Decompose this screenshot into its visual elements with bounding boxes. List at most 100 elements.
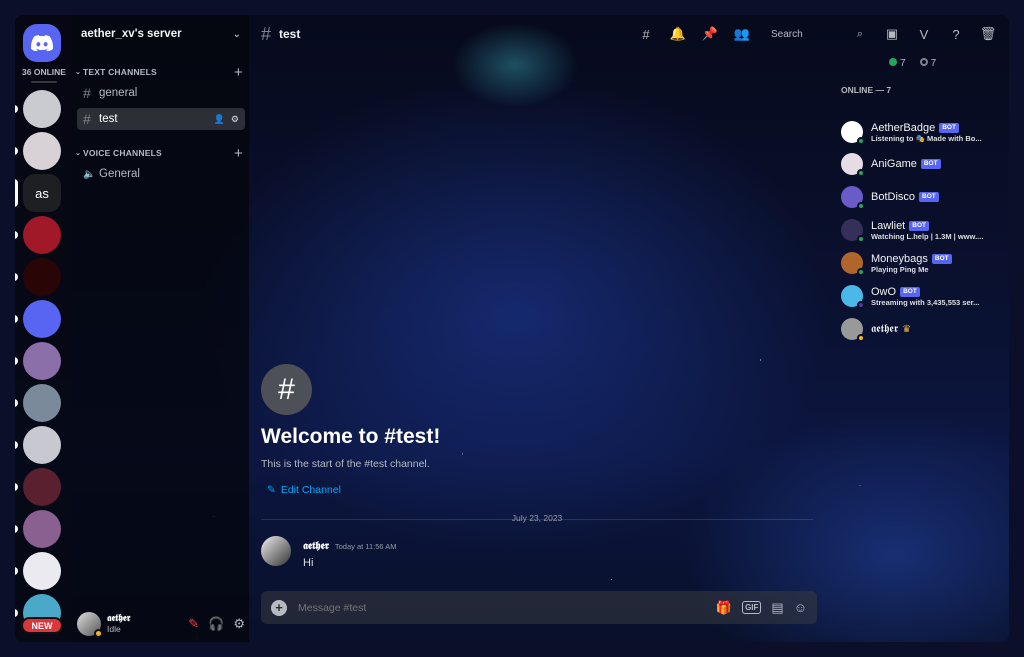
server-icon[interactable]	[23, 90, 61, 128]
search-placeholder: Search	[771, 28, 803, 40]
server-initials: as	[35, 185, 49, 201]
attach-button[interactable]: +	[271, 599, 287, 616]
headphones-icon[interactable]: 🎧	[208, 616, 224, 632]
avatar	[841, 186, 865, 210]
status-icon	[857, 169, 865, 177]
vencord-icon[interactable]: V	[915, 25, 933, 43]
server-icon[interactable]	[23, 216, 61, 254]
bot-badge: BOT	[920, 159, 941, 169]
voice-channel-general[interactable]: 🔈 General	[77, 163, 245, 185]
server-icon[interactable]: as	[23, 174, 61, 212]
unread-indicator	[15, 441, 18, 449]
gear-icon[interactable]: ⚙	[233, 616, 245, 632]
discord-logo-icon	[31, 35, 53, 51]
unread-indicator	[15, 567, 18, 575]
server-icon[interactable]	[23, 258, 61, 296]
welcome-title: Welcome to #test!	[261, 425, 441, 448]
server-icon[interactable]	[23, 342, 61, 380]
help-icon[interactable]: ?	[947, 25, 965, 43]
status-icon	[857, 268, 865, 276]
rail-separator	[31, 81, 57, 83]
member-activity: Streaming with 3,435,553 ser...	[871, 297, 980, 307]
new-badge[interactable]: NEW	[21, 617, 63, 634]
members-icon[interactable]: 👥	[733, 25, 751, 43]
online-dot-icon	[889, 57, 897, 66]
server-name: aether_xv's server	[81, 28, 182, 40]
server-icon[interactable]	[23, 552, 61, 590]
member-item[interactable]: OwO BOT Streaming with 3,435,553 ser...	[841, 281, 1005, 311]
server-header[interactable]: aether_xv's server ⌄	[73, 15, 249, 53]
member-item[interactable]: BotDisco BOT	[841, 182, 1005, 212]
search-icon: ⌕	[856, 27, 863, 40]
member-item[interactable]: AetherBadge BOT Listening to 🎭 Made with B…	[841, 117, 1005, 147]
trash-icon[interactable]: 🗑	[979, 25, 997, 43]
server-rail: 36 ONLINE as NEW	[15, 15, 73, 642]
status-icon	[857, 137, 865, 145]
create-channel-button[interactable]: +	[234, 64, 243, 81]
create-channel-button[interactable]: +	[234, 145, 243, 162]
message-text: Hi	[303, 557, 314, 569]
gift-icon[interactable]: 🎁	[716, 600, 732, 616]
member-activity: Playing Ping Me	[871, 264, 929, 274]
avatar	[841, 121, 865, 145]
channel-title: test	[279, 27, 301, 41]
unread-indicator	[15, 105, 18, 113]
pin-icon[interactable]: 📌	[701, 25, 719, 43]
member-stats: 7 7	[837, 53, 1009, 73]
channel-label: General	[99, 168, 140, 180]
message-input[interactable]	[298, 601, 658, 614]
category-text-channels[interactable]: ⌄ TEXT CHANNELS +	[73, 64, 249, 81]
channel-general[interactable]: # general	[77, 82, 245, 104]
home-button[interactable]	[23, 24, 61, 62]
member-name: AniGame	[871, 158, 917, 170]
invite-icon[interactable]: 👤	[214, 114, 225, 125]
server-icon[interactable]	[23, 384, 61, 422]
bell-icon[interactable]: 🔔	[669, 25, 687, 43]
search-input[interactable]: Search ⌕	[765, 23, 869, 45]
avatar	[841, 252, 865, 276]
server-icon[interactable]	[23, 132, 61, 170]
member-name: Moneybags	[871, 252, 928, 265]
avatar	[841, 285, 865, 309]
member-list: 7 7 ONLINE — 7 AetherBadge BOT Listening t…	[837, 53, 1009, 642]
member-item[interactable]: 𝖆𝖊𝖙𝖍𝖊𝖗 ♛	[841, 314, 1005, 344]
message-author[interactable]: 𝖆𝖊𝖙𝖍𝖊𝖗	[303, 540, 329, 552]
avatar[interactable]	[77, 611, 103, 638]
unread-indicator	[15, 147, 18, 155]
inbox-icon[interactable]: ▣	[883, 25, 901, 43]
server-icon[interactable]	[23, 426, 61, 464]
edit-channel-link[interactable]: ✎ Edit Channel	[261, 484, 821, 496]
date-label: July 23, 2023	[511, 513, 563, 523]
message[interactable]: 𝖆𝖊𝖙𝖍𝖊𝖗 Today at 11:56 AM Hi	[261, 536, 396, 569]
channel-label: test	[99, 113, 118, 125]
server-icon[interactable]	[23, 300, 61, 338]
mute-microphone-icon[interactable]: ✎	[188, 616, 199, 632]
edit-channel-label: Edit Channel	[280, 484, 341, 496]
avatar[interactable]	[261, 536, 291, 566]
category-label: TEXT CHANNELS	[83, 67, 157, 77]
bot-badge: BOT	[900, 286, 920, 297]
channel-topbar: # test # 🔔 📌 👥 Search ⌕ ▣ V ? 🗑	[249, 15, 1009, 53]
avatar	[841, 219, 865, 243]
emoji-icon[interactable]: ☺	[794, 600, 807, 615]
member-item[interactable]: Moneybags BOT Playing Ping Me	[841, 248, 1005, 278]
username: 𝖆𝖊𝖙𝖍𝖊𝖗	[107, 613, 131, 624]
hash-icon: #	[83, 111, 91, 127]
threads-icon[interactable]: #	[637, 25, 655, 43]
category-voice-channels[interactable]: ⌄ VOICE CHANNELS +	[73, 145, 249, 162]
server-icon[interactable]	[23, 468, 61, 506]
offline-stat: 7	[930, 57, 937, 69]
avatar	[841, 318, 865, 342]
sticker-icon[interactable]: ▤	[771, 600, 783, 616]
speaker-icon: 🔈	[83, 168, 96, 180]
channel-test[interactable]: # test 👤 ⚙	[77, 108, 245, 130]
unread-indicator	[15, 399, 18, 407]
server-icon[interactable]	[23, 510, 61, 548]
member-name: BotDisco	[871, 191, 916, 203]
category-label: VOICE CHANNELS	[83, 148, 162, 158]
gear-icon[interactable]: ⚙	[231, 114, 239, 125]
channel-sidebar: aether_xv's server ⌄ ⌄ TEXT CHANNELS + #…	[73, 15, 249, 642]
gif-button[interactable]: GIF	[742, 601, 762, 614]
member-item[interactable]: Lawliet BOT Watching L.help | 1.3M | www..…	[841, 215, 1005, 245]
member-item[interactable]: AniGame BOT	[841, 149, 1005, 179]
